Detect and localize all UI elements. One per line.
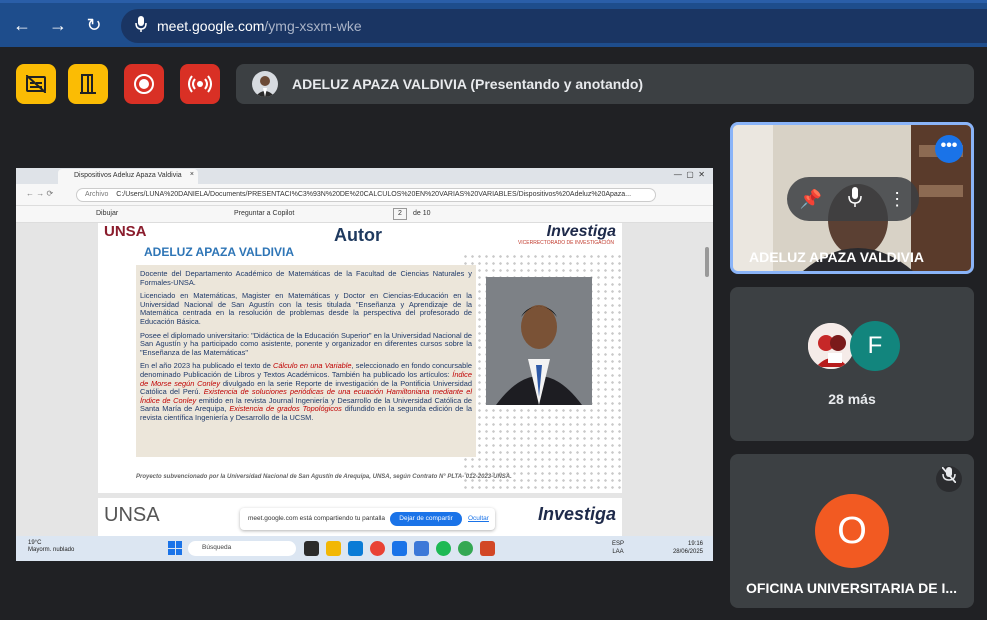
lang-code: ESP bbox=[612, 541, 625, 547]
participant-tile-others[interactable]: F 28 más bbox=[730, 287, 974, 441]
muted-microphone-icon bbox=[936, 466, 962, 492]
weather-widget: 19°C Mayorm. nublado bbox=[28, 540, 74, 554]
unsa-logo: UNSA bbox=[104, 504, 160, 526]
shared-nav-icons: ← → ⟳ bbox=[26, 189, 54, 198]
presenter-avatar bbox=[252, 71, 278, 97]
copilot-label: Preguntar a Copilot bbox=[234, 210, 295, 217]
forward-arrow-icon[interactable]: → bbox=[46, 13, 70, 37]
microphone-icon[interactable] bbox=[131, 16, 151, 36]
shared-address-row: ← → ⟳ Archivo C:/Users/LUNA%20DANIELA/Do… bbox=[16, 184, 713, 206]
investiga-logo: Investiga bbox=[537, 504, 616, 524]
weather-desc: Mayorm. nublado bbox=[28, 547, 75, 553]
shared-screen: Dispositivos Adeluz Apaza Valdivia × — ▢… bbox=[16, 168, 713, 561]
pdf-scrollbar[interactable] bbox=[705, 247, 709, 277]
slide-page: UNSA Investiga VICERRECTORADO DE INVESTI… bbox=[98, 223, 622, 493]
window-controls-icon: — ▢ ✕ bbox=[673, 170, 705, 179]
chrome-icon[interactable] bbox=[458, 541, 473, 556]
taskbar-search[interactable]: Búsqueda bbox=[188, 541, 296, 556]
address-prefix: Archivo bbox=[85, 191, 109, 198]
bio-paragraph-1: Docente del Departamento Académico de Ma… bbox=[140, 269, 472, 287]
door-icon bbox=[80, 74, 96, 94]
taskbar-clock[interactable]: 19:16 28/06/2025 bbox=[673, 540, 703, 556]
draw-label: Dibujar bbox=[96, 210, 119, 217]
screen-share-notice: meet.google.com está compartiendo tu pan… bbox=[240, 508, 495, 530]
unsa-logo: UNSA bbox=[104, 223, 147, 240]
leave-room-button[interactable] bbox=[68, 64, 108, 104]
live-stream-button[interactable] bbox=[180, 64, 220, 104]
bio-paragraph-4: En el año 2023 ha publicado el texto de … bbox=[140, 362, 472, 422]
page-total: de 10 bbox=[413, 210, 431, 217]
share-message: meet.google.com está compartiendo tu pan… bbox=[248, 515, 385, 522]
participant-avatar-letter: O bbox=[815, 494, 889, 568]
participant-name: ADELUZ APAZA VALDIVIA bbox=[749, 249, 924, 265]
more-options-icon[interactable]: ••• bbox=[935, 135, 963, 163]
bio-paragraph-3: Posee el diplomado universitario: "Didác… bbox=[140, 330, 472, 357]
url-text: meet.google.com/ymg-xsxm-wke bbox=[157, 18, 362, 34]
shared-tab-title: Dispositivos Adeluz Apaza Valdivia bbox=[74, 172, 182, 179]
app-icon[interactable] bbox=[414, 541, 429, 556]
powerpoint-icon[interactable] bbox=[480, 541, 495, 556]
microphone-icon[interactable] bbox=[848, 186, 862, 212]
spotify-icon[interactable] bbox=[436, 541, 451, 556]
tile-hover-controls: 📌 ⋮ bbox=[787, 177, 919, 221]
more-participants-count: 28 más bbox=[828, 391, 876, 407]
participant-avatar-image bbox=[806, 321, 856, 371]
reload-icon[interactable]: ↻ bbox=[82, 13, 106, 37]
file-explorer-icon[interactable] bbox=[326, 541, 341, 556]
bio-paragraph-2: Licenciado en Matemáticas, Magister en M… bbox=[140, 291, 472, 326]
captions-off-button[interactable] bbox=[16, 64, 56, 104]
shared-tab: Dispositivos Adeluz Apaza Valdivia × bbox=[58, 169, 198, 184]
page-number: 2 bbox=[393, 208, 407, 220]
url-path: /ymg-xsxm-wke bbox=[264, 18, 362, 34]
tab-close-icon: × bbox=[189, 171, 194, 178]
participant-name: OFICINA UNIVERSITARIA DE I... bbox=[746, 580, 958, 596]
presenter-banner: ADELUZ APAZA VALDIVIA (Presentando y ano… bbox=[236, 64, 974, 104]
shared-address-field: Archivo C:/Users/LUNA%20DANIELA/Document… bbox=[76, 188, 656, 202]
author-photo bbox=[486, 277, 592, 405]
broadcast-icon bbox=[188, 75, 212, 93]
record-button[interactable] bbox=[124, 64, 164, 104]
url-host: meet.google.com bbox=[157, 18, 265, 34]
author-bio: Docente del Departamento Académico de Ma… bbox=[136, 265, 476, 457]
shared-address-text: C:/Users/LUNA%20DANIELA/Documents/PRESEN… bbox=[116, 191, 632, 198]
taskbar-apps bbox=[304, 541, 495, 556]
pdf-toolbar: Dibujar Preguntar a Copilot 2 de 10 bbox=[16, 206, 713, 223]
windows-taskbar: 19°C Mayorm. nublado Búsqueda ESP LAA 19… bbox=[16, 536, 713, 561]
captions-off-icon bbox=[26, 75, 46, 93]
lang-layout: LAA bbox=[612, 549, 624, 555]
chrome-icon[interactable] bbox=[370, 541, 385, 556]
kebab-menu-icon[interactable]: ⋮ bbox=[888, 189, 906, 210]
weather-temp: 19°C bbox=[28, 540, 42, 546]
slide-footer: Proyecto subvencionado por la Universida… bbox=[136, 474, 512, 480]
record-icon bbox=[134, 74, 154, 94]
pdf-viewer: UNSA Investiga VICERRECTORADO DE INVESTI… bbox=[16, 223, 713, 536]
participant-tile-office[interactable]: O OFICINA UNIVERSITARIA DE I... bbox=[730, 454, 974, 608]
clock-date: 28/06/2025 bbox=[672, 549, 703, 555]
hide-notice-link[interactable]: Ocultar bbox=[468, 515, 489, 522]
participant-tile-presenter[interactable]: ••• 📌 ⋮ ADELUZ APAZA VALDIVIA bbox=[730, 122, 974, 274]
vicerrectorado-label: VICERRECTORADO DE INVESTIGACIÓN bbox=[517, 240, 614, 246]
shared-tab-bar: Dispositivos Adeluz Apaza Valdivia × — ▢… bbox=[16, 168, 713, 184]
edge-icon[interactable] bbox=[348, 541, 363, 556]
address-bar[interactable]: meet.google.com/ymg-xsxm-wke bbox=[121, 9, 987, 43]
participant-avatar-letter: F bbox=[850, 321, 900, 371]
slide-title: Autor bbox=[334, 225, 382, 245]
browser-toolbar: ← → ↻ meet.google.com/ymg-xsxm-wke bbox=[0, 0, 987, 47]
app-icon[interactable] bbox=[392, 541, 407, 556]
clock-time: 19:16 bbox=[687, 541, 703, 547]
language-indicator[interactable]: ESP LAA bbox=[612, 540, 624, 556]
pin-icon[interactable]: 📌 bbox=[800, 189, 822, 210]
back-arrow-icon[interactable]: ← bbox=[10, 13, 34, 37]
windows-start-icon[interactable] bbox=[168, 541, 182, 555]
stop-sharing-button[interactable]: Dejar de compartir bbox=[390, 512, 462, 526]
investiga-logo: Investiga bbox=[546, 223, 616, 240]
author-name: ADELUZ APAZA VALDIVIA bbox=[144, 245, 294, 259]
task-view-icon[interactable] bbox=[304, 541, 319, 556]
presenter-label: ADELUZ APAZA VALDIVIA (Presentando y ano… bbox=[292, 76, 644, 92]
